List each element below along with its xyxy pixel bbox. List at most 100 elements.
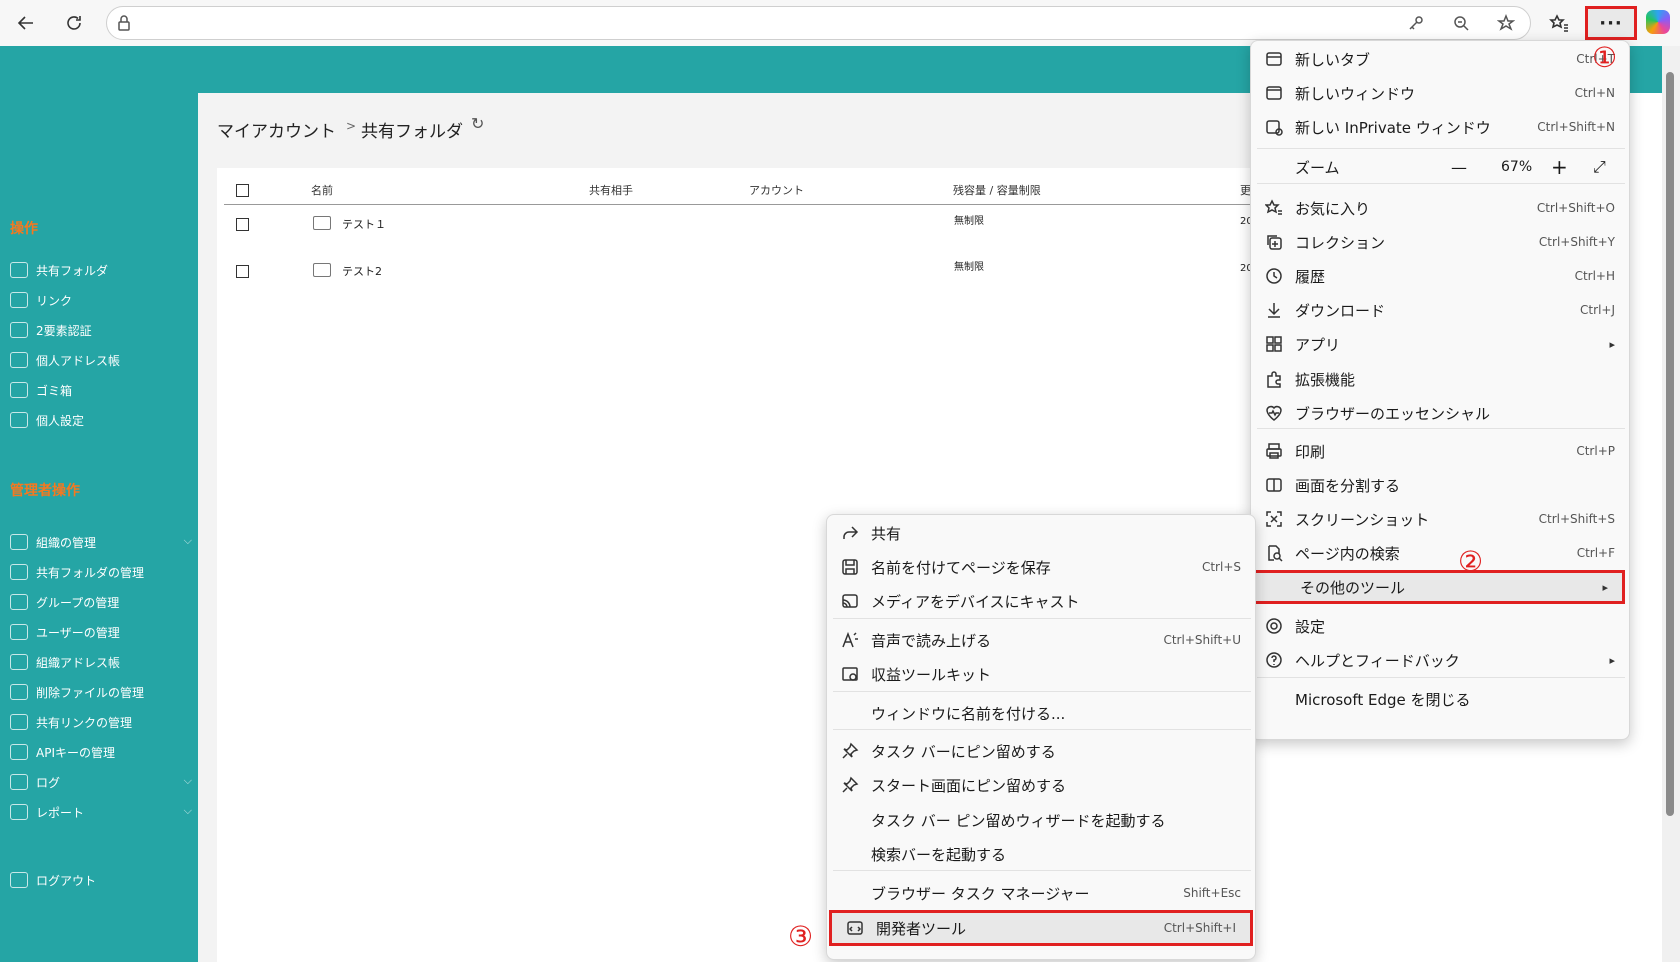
submenu-item[interactable]: ウィンドウに名前を付ける... (827, 696, 1255, 730)
edge-main-menu: ズーム — 67% + ⤢ 新しいタブ Ctrl+T 新しいウィンドウ Ctrl+N 新しい In… (1250, 40, 1630, 740)
main-menu-item[interactable]: 新しい InPrivate ウィンドウ Ctrl+Shift+N (1251, 110, 1629, 144)
sidebar-item-label: ログアウト (36, 873, 97, 888)
scrollbar-thumb[interactable] (1666, 72, 1674, 816)
main-menu-item[interactable]: ブラウザーのエッセンシャル (1251, 396, 1629, 430)
favorites-bar-icon[interactable] (1543, 8, 1575, 38)
main-menu-item[interactable]: お気に入り Ctrl+Shift+O (1251, 191, 1629, 225)
chevron-down-icon[interactable]: ⌵ (184, 804, 192, 818)
menu-item-shortcut: Ctrl+F (1576, 546, 1615, 560)
menu-item-label: 名前を付けてページを保存 (871, 558, 1051, 577)
main-menu-item[interactable]: 新しいタブ Ctrl+T (1251, 42, 1629, 76)
column-header-quota[interactable]: 残容量 / 容量制限 (953, 182, 1041, 198)
submenu-item[interactable]: 音声で読み上げる Ctrl+Shift+U (827, 623, 1255, 657)
row-checkbox[interactable] (236, 265, 249, 278)
row-name[interactable]: テスト2 (342, 263, 382, 279)
submenu-item[interactable]: スタート画面にピン留めする (827, 768, 1255, 802)
main-menu-item[interactable]: 印刷 Ctrl+P (1251, 434, 1629, 468)
column-header-account[interactable]: アカウント (749, 182, 804, 198)
main-menu-item[interactable]: スクリーンショット Ctrl+Shift+S (1251, 502, 1629, 536)
sidebar-item[interactable]: リンク (10, 288, 196, 312)
sidebar-item-label: 組織の管理 (36, 535, 97, 550)
sidebar-item[interactable]: 2要素認証 (10, 318, 196, 342)
zoom-row: ズーム — 67% + ⤢ (1251, 150, 1629, 184)
zoom-out-button[interactable]: — (1451, 158, 1467, 177)
share-icon (841, 524, 859, 542)
key-icon[interactable] (1407, 14, 1429, 34)
menu-separator (833, 618, 1251, 619)
sidebar-item[interactable]: 組織アドレス帳 (10, 650, 196, 674)
chevron-down-icon[interactable]: ⌵ (184, 774, 192, 788)
clock-icon (10, 774, 28, 790)
lock-icon (10, 322, 28, 338)
cast-icon (841, 592, 859, 610)
main-menu-item[interactable]: コレクション Ctrl+Shift+Y (1251, 225, 1629, 259)
breadcrumb-root[interactable]: マイアカウント (217, 117, 336, 142)
main-menu-item[interactable]: Microsoft Edge を閉じる (1251, 682, 1629, 716)
submenu-item[interactable]: 名前を付けてページを保存 Ctrl+S (827, 550, 1255, 584)
copilot-icon[interactable] (1646, 10, 1670, 34)
lock-icon[interactable] (115, 14, 135, 34)
sidebar-item[interactable]: 個人アドレス帳 (10, 348, 196, 372)
favorite-star-icon[interactable] (1496, 13, 1519, 34)
main-menu-item[interactable]: ダウンロード Ctrl+J (1251, 293, 1629, 327)
chevron-down-icon[interactable]: ⌵ (184, 534, 192, 548)
select-all-checkbox[interactable] (236, 184, 249, 197)
main-menu-item[interactable]: ページ内の検索 Ctrl+F (1251, 536, 1629, 570)
submenu-item[interactable]: メディアをデバイスにキャスト (827, 584, 1255, 618)
row-checkbox[interactable] (236, 218, 249, 231)
screenshot-icon (1265, 510, 1283, 528)
sidebar-item[interactable]: 共有フォルダの管理 (10, 560, 196, 584)
sidebar-item[interactable]: グループの管理 (10, 590, 196, 614)
submenu-item[interactable]: ブラウザー タスク マネージャー Shift+Esc (827, 876, 1255, 910)
address-bar[interactable] (106, 6, 1531, 40)
sidebar-item[interactable]: ゴミ箱 (10, 378, 196, 402)
fullscreen-icon[interactable]: ⤢ (1593, 157, 1606, 177)
sidebar-item[interactable]: ユーザーの管理 (10, 620, 196, 644)
menu-item-label: 印刷 (1295, 442, 1326, 461)
menu-item-shortcut: Ctrl+J (1580, 303, 1615, 317)
row-name[interactable]: テスト１ (342, 216, 386, 232)
sidebar-section-ops: 操作 (10, 221, 38, 237)
submenu-item[interactable]: タスク バーにピン留めする (827, 734, 1255, 768)
sidebar-item-logout[interactable]: ログアウト (10, 868, 196, 892)
main-menu-item[interactable]: 履歴 Ctrl+H (1251, 259, 1629, 293)
main-menu-item[interactable]: ヘルプとフィードバック ▸ (1251, 643, 1629, 677)
submenu-item[interactable]: 開発者ツール Ctrl+Shift+I (829, 910, 1253, 946)
breadcrumb-separator: > (346, 119, 357, 133)
reload-icon[interactable]: ↻ (471, 114, 484, 133)
menu-item-label: 新しい InPrivate ウィンドウ (1295, 118, 1491, 137)
main-menu-item[interactable]: アプリ ▸ (1251, 327, 1629, 361)
sidebar-item[interactable]: ログ ⌵ (10, 770, 196, 794)
submenu-item[interactable]: 収益ツールキット (827, 657, 1255, 691)
sidebar-item[interactable]: APIキーの管理 (10, 740, 196, 764)
submenu-item[interactable]: タスク バー ピン留めウィザードを起動する (827, 803, 1255, 837)
sidebar-item[interactable]: 共有フォルダ (10, 258, 196, 282)
folder-icon (10, 564, 28, 580)
sidebar-item[interactable]: 削除ファイルの管理 (10, 680, 196, 704)
breadcrumb-current: 共有フォルダ (361, 122, 463, 142)
column-header-shared-with[interactable]: 共有相手 (589, 182, 633, 198)
zoom-out-icon[interactable] (1452, 14, 1474, 34)
logout-icon (10, 872, 28, 888)
sidebar-item[interactable]: 個人設定 (10, 408, 196, 432)
refresh-icon[interactable] (58, 8, 90, 38)
main-menu-item[interactable]: 画面を分割する (1251, 468, 1629, 502)
main-menu-item[interactable]: 拡張機能 (1251, 362, 1629, 396)
sidebar-item[interactable]: 共有リンクの管理 (10, 710, 196, 734)
chevron-right-icon: ▸ (1609, 653, 1615, 667)
submenu-item[interactable]: 検索バーを起動する (827, 837, 1255, 871)
sidebar-item[interactable]: レポート ⌵ (10, 800, 196, 824)
main-menu-item[interactable]: その他のツール ▸ (1253, 570, 1625, 604)
back-icon[interactable] (10, 8, 42, 38)
main-menu-item[interactable]: 設定 (1251, 609, 1629, 643)
sidebar-item[interactable]: 組織の管理 ⌵ (10, 530, 196, 554)
sidebar-item-label: 個人アドレス帳 (36, 353, 121, 368)
main-menu-item[interactable]: 新しいウィンドウ Ctrl+N (1251, 76, 1629, 110)
zoom-in-button[interactable]: + (1551, 155, 1568, 179)
sidebar-item-label: 共有フォルダの管理 (36, 565, 145, 580)
settings-and-more-button[interactable]: ··· (1585, 6, 1637, 40)
submenu-item[interactable]: 共有 (827, 516, 1255, 550)
menu-item-label: 新しいタブ (1295, 50, 1371, 69)
download-icon (1265, 301, 1283, 319)
column-header-name[interactable]: 名前 (311, 182, 333, 198)
